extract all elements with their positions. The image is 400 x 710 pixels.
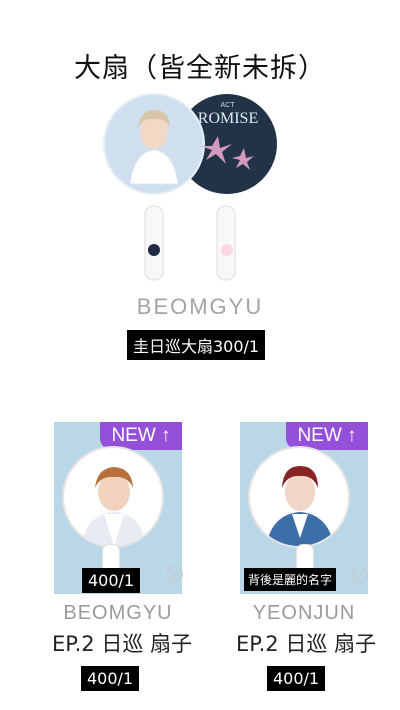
new-badge-label: NEW — [111, 425, 156, 446]
arrow-up-icon: ↑ — [347, 425, 357, 446]
card-price: 400/1 — [267, 666, 326, 691]
product-card-beomgyu[interactable]: NEW ↑ 400/1 BEOMGYU EP.2 日巡 扇子 400/1 — [52, 422, 204, 692]
fan-photo — [62, 446, 164, 548]
card-photo-note: 背後是麗的名字 — [244, 568, 337, 591]
fan-back-text-top: ACT — [220, 102, 235, 109]
top-item-name: BEOMGYU — [136, 294, 264, 319]
check-circle-icon[interactable] — [167, 566, 183, 582]
check-circle-icon[interactable] — [352, 566, 368, 582]
card-photo-price: 400/1 — [82, 568, 141, 593]
product-card-yeonjun[interactable]: NEW ↑ 背後是麗的名字 YEONJUN EP.2 日巡 扇子 400/1 — [236, 422, 390, 692]
arrow-up-icon: ↑ — [161, 425, 171, 446]
new-badge-label: NEW — [297, 425, 342, 446]
card-price: 400/1 — [81, 666, 140, 691]
fan-photo — [248, 446, 350, 548]
card-name: YEONJUN — [252, 602, 356, 624]
top-item-price: 圭日巡大扇300/1 — [127, 330, 266, 360]
card-name: BEOMGYU — [63, 602, 173, 624]
top-fan-image: ACT ROMISE — [100, 88, 300, 288]
card-title: EP.2 日巡 扇子 — [235, 632, 377, 656]
page-title: 大扇（皆全新未拆） — [74, 53, 326, 84]
card-title: EP.2 日巡 扇子 — [51, 632, 193, 656]
fan-back-text-main: ROMISE — [197, 110, 259, 127]
